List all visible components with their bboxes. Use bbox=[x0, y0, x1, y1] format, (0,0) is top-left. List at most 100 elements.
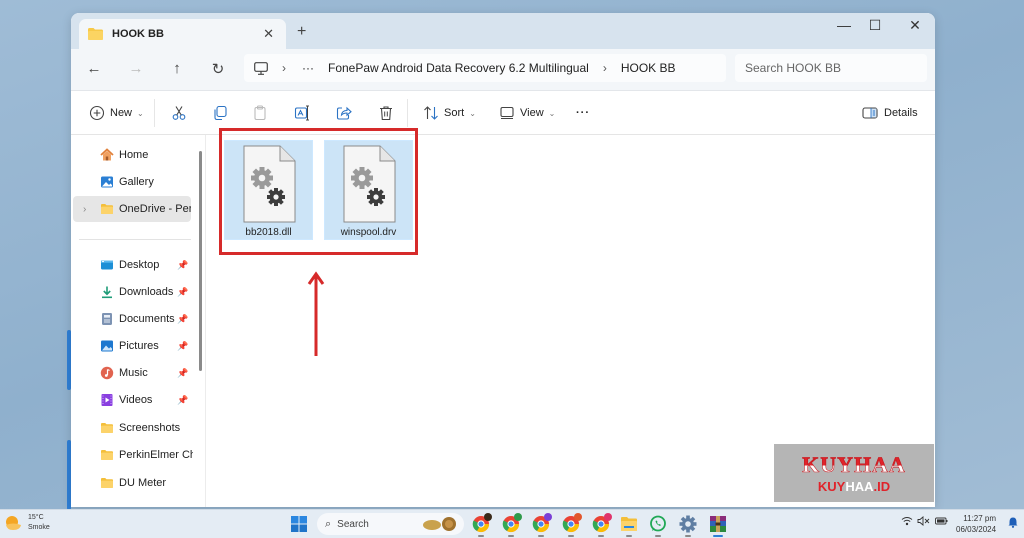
maximize-button[interactable]: ☐ bbox=[860, 17, 890, 34]
pin-icon[interactable]: 📌 bbox=[177, 368, 188, 379]
back-button[interactable]: ← bbox=[83, 60, 105, 77]
sidebar-item-desktop[interactable]: Desktop 📌 bbox=[71, 252, 193, 278]
chevron-right-icon[interactable]: › bbox=[83, 204, 86, 215]
navigation-bar: ← → ↑ ↻ › ··· FonePaw Android Data Recov… bbox=[71, 49, 935, 91]
sidebar-item-perkinelmer[interactable]: PerkinElmer Chem bbox=[71, 442, 193, 468]
file-explorer-window: HOOK BB ✕ + — ☐ ✕ ← → ↑ ↻ › ··· FonePaw … bbox=[71, 13, 935, 507]
taskbar-chrome-5[interactable] bbox=[591, 513, 612, 537]
more-options-button[interactable]: ··· bbox=[576, 102, 590, 124]
volume-muted-icon[interactable] bbox=[917, 516, 930, 529]
share-icon bbox=[336, 106, 352, 120]
taskbar-chrome-1[interactable] bbox=[471, 513, 492, 537]
sidebar-item-label: DU Meter bbox=[119, 477, 167, 489]
forward-button[interactable]: → bbox=[125, 60, 147, 77]
new-button[interactable]: New ⌄ bbox=[88, 102, 144, 124]
breadcrumb-overflow[interactable]: ··· bbox=[302, 61, 314, 75]
this-pc-icon bbox=[254, 61, 268, 75]
running-indicator bbox=[655, 535, 661, 537]
close-window-button[interactable]: ✕ bbox=[900, 17, 930, 34]
weather-smoke-icon bbox=[6, 516, 21, 530]
running-indicator bbox=[478, 535, 484, 537]
search-box[interactable] bbox=[735, 54, 927, 82]
sidebar-scrollbar[interactable] bbox=[199, 151, 202, 371]
sort-button[interactable]: Sort ⌄ bbox=[422, 102, 476, 124]
annotation-arrow-up-icon bbox=[307, 271, 325, 356]
sidebar-item-videos[interactable]: Videos 📌 bbox=[71, 387, 193, 413]
pin-icon[interactable]: 📌 bbox=[177, 314, 188, 325]
start-button[interactable] bbox=[289, 514, 309, 534]
taskbar-file-explorer[interactable] bbox=[619, 514, 639, 537]
address-bar[interactable]: › ··· FonePaw Android Data Recovery 6.2 … bbox=[244, 54, 726, 82]
sidebar-item-label: Downloads bbox=[119, 286, 174, 298]
windows-logo-icon bbox=[291, 516, 307, 532]
taskbar-winrar[interactable] bbox=[708, 514, 728, 537]
pin-icon[interactable]: 📌 bbox=[177, 341, 188, 352]
watermark-title: KUYHAA bbox=[802, 451, 906, 477]
breadcrumb-item[interactable]: HOOK BB bbox=[621, 61, 676, 75]
taskbar-chrome-4[interactable] bbox=[561, 513, 582, 537]
sidebar-item-home[interactable]: Home bbox=[71, 142, 193, 168]
chevron-down-icon: ⌄ bbox=[137, 108, 144, 118]
view-icon bbox=[500, 106, 514, 120]
search-highlight-icon bbox=[423, 517, 456, 531]
weather-temp: 15°C bbox=[28, 514, 44, 521]
wifi-icon[interactable] bbox=[901, 516, 913, 529]
tab-hook-bb[interactable]: HOOK BB ✕ bbox=[79, 19, 286, 49]
sidebar-item-pictures[interactable]: Pictures 📌 bbox=[71, 333, 193, 359]
delete-button[interactable] bbox=[377, 102, 395, 124]
sidebar-item-label: Pictures bbox=[119, 340, 159, 352]
copy-button[interactable] bbox=[211, 102, 229, 124]
pin-icon[interactable]: 📌 bbox=[177, 395, 188, 406]
details-pane-button[interactable]: Details bbox=[861, 102, 918, 124]
sidebar-item-label: Home bbox=[119, 149, 149, 161]
system-clock[interactable]: 11:27 pm 06/03/2024 bbox=[956, 513, 996, 535]
refresh-button[interactable]: ↻ bbox=[207, 60, 229, 78]
view-button[interactable]: View ⌄ bbox=[498, 102, 555, 124]
paste-button[interactable] bbox=[251, 102, 269, 124]
cut-button[interactable] bbox=[170, 102, 188, 124]
winrar-icon bbox=[710, 516, 726, 532]
search-input[interactable] bbox=[745, 61, 927, 75]
sidebar-item-music[interactable]: Music 📌 bbox=[71, 360, 193, 386]
pin-icon[interactable]: 📌 bbox=[177, 260, 188, 271]
sidebar-item-label: Videos bbox=[119, 394, 153, 406]
folder-icon bbox=[88, 28, 103, 40]
navigation-pane: Home Gallery › OneDrive - Personal Deskt… bbox=[71, 135, 202, 507]
rename-button[interactable] bbox=[293, 102, 311, 124]
sidebar-item-du-meter[interactable]: DU Meter bbox=[71, 470, 193, 496]
pin-icon[interactable]: 📌 bbox=[177, 287, 188, 298]
breadcrumb-chevron-icon: › bbox=[602, 61, 607, 75]
taskbar-chrome-2[interactable] bbox=[501, 513, 522, 537]
pictures-icon bbox=[101, 340, 113, 352]
weather-desc: Smoke bbox=[28, 524, 50, 531]
minimize-button[interactable]: — bbox=[829, 17, 859, 33]
sidebar-item-label: Desktop bbox=[119, 259, 160, 271]
sidebar-item-gallery[interactable]: Gallery bbox=[71, 169, 193, 195]
new-tab-button[interactable]: + bbox=[297, 23, 306, 41]
breadcrumb-item[interactable]: FonePaw Android Data Recovery 6.2 Multil… bbox=[328, 61, 589, 75]
taskbar-settings[interactable] bbox=[678, 514, 698, 537]
watermark-logo: KUYHAA KUYHAA.ID bbox=[774, 444, 934, 502]
folder-icon bbox=[101, 450, 113, 460]
close-tab-icon[interactable]: ✕ bbox=[263, 26, 274, 42]
sidebar-item-screenshots[interactable]: Screenshots bbox=[71, 415, 193, 441]
taskbar-search-label: Search bbox=[337, 518, 369, 530]
sort-label: Sort bbox=[444, 107, 465, 119]
notification-bell-icon[interactable] bbox=[1008, 517, 1018, 531]
taskbar-search[interactable]: ⌕ Search bbox=[317, 513, 464, 535]
whatsapp-icon bbox=[650, 515, 666, 532]
taskbar-whatsapp[interactable] bbox=[648, 514, 668, 537]
sidebar-divider bbox=[79, 239, 191, 240]
taskbar-chrome-3[interactable] bbox=[531, 513, 552, 537]
weather-widget[interactable]: 15°C Smoke bbox=[4, 513, 50, 533]
sidebar-item-downloads[interactable]: Downloads 📌 bbox=[71, 279, 193, 305]
battery-icon[interactable] bbox=[935, 516, 948, 529]
sidebar-item-documents[interactable]: Documents 📌 bbox=[71, 306, 193, 332]
desktop-icon bbox=[101, 260, 113, 270]
up-button[interactable]: ↑ bbox=[166, 60, 188, 77]
chevron-down-icon: ⌄ bbox=[548, 108, 556, 118]
sidebar-item-onedrive[interactable]: › OneDrive - Personal bbox=[73, 196, 191, 222]
toolbar-divider bbox=[407, 99, 408, 127]
share-button[interactable] bbox=[335, 102, 353, 124]
videos-icon bbox=[101, 394, 113, 406]
